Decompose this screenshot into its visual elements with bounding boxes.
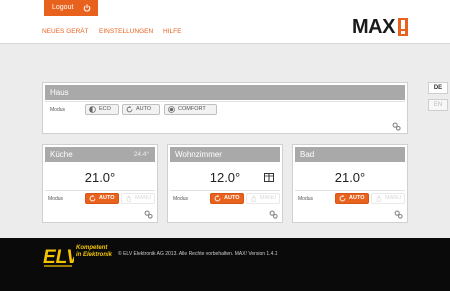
eco-label: ECO bbox=[99, 106, 111, 112]
slogan-line-2: in Elektronik bbox=[76, 252, 113, 258]
auto-mode-button[interactable]: AUTO bbox=[122, 104, 160, 115]
room-setpoint[interactable]: 21.0° bbox=[293, 170, 407, 185]
room-modus-label: Modus bbox=[298, 196, 314, 202]
room-card-living-room: Wohnzimmer 12.0° Modus AUTO MANU bbox=[167, 144, 283, 223]
eco-mode-button[interactable]: ECO bbox=[85, 104, 119, 115]
nav-settings[interactable]: EINSTELLUNGEN bbox=[99, 28, 153, 35]
house-card: Haus Modus ECO AUTO COMFORT bbox=[42, 82, 408, 134]
auto-icon bbox=[214, 195, 221, 202]
room-title: Bad bbox=[300, 150, 315, 159]
room-card-header: Wohnzimmer bbox=[170, 147, 280, 162]
logout-button[interactable]: Logout bbox=[44, 0, 98, 16]
room-manual-label: MANU bbox=[135, 195, 152, 201]
room-manual-button[interactable]: MANU bbox=[371, 193, 405, 204]
hand-icon bbox=[251, 195, 256, 202]
nav-new-device[interactable]: NEUES GERÄT bbox=[42, 28, 89, 35]
room-modus-label: Modus bbox=[173, 196, 189, 202]
power-icon bbox=[83, 4, 91, 12]
logo-text: MAX bbox=[352, 16, 395, 38]
elv-logo: ELV bbox=[43, 247, 74, 268]
house-title: Haus bbox=[50, 88, 69, 97]
auto-icon bbox=[339, 195, 346, 202]
room-auto-button[interactable]: AUTO bbox=[85, 193, 119, 204]
header: Logout NEUES GERÄT EINSTELLUNGEN HILFE M… bbox=[0, 0, 450, 44]
lang-de-button[interactable]: DE bbox=[428, 82, 448, 94]
gear-icon[interactable] bbox=[392, 122, 401, 131]
slogan-line-1: Kompetent bbox=[76, 245, 108, 251]
comfort-label: COMFORT bbox=[178, 106, 206, 112]
room-auto-label: AUTO bbox=[99, 195, 115, 201]
room-manual-button[interactable]: MANU bbox=[121, 193, 155, 204]
divider bbox=[170, 190, 280, 191]
footer: ELV Kompetent in Elektronik © ELV Elektr… bbox=[0, 238, 450, 291]
room-card-kitchen: Küche 24.4° 21.0° Modus AUTO MANU bbox=[42, 144, 158, 223]
house-card-header: Haus bbox=[45, 85, 405, 100]
auto-label: AUTO bbox=[136, 106, 152, 112]
room-manual-label: MANU bbox=[260, 195, 277, 201]
room-setpoint[interactable]: 21.0° bbox=[43, 170, 157, 185]
comfort-icon bbox=[168, 106, 175, 113]
logo-exclamation bbox=[398, 18, 408, 36]
eco-icon bbox=[89, 106, 96, 113]
hand-icon bbox=[126, 195, 131, 202]
room-current-temp: 24.4° bbox=[133, 151, 149, 158]
room-modus-label: Modus bbox=[48, 196, 64, 202]
room-card-header: Küche 24.4° bbox=[45, 147, 155, 162]
divider bbox=[45, 190, 155, 191]
copyright-text: © ELV Elektronik AG 2013. Alle Rechte vo… bbox=[118, 251, 278, 257]
room-card-bathroom: Bad 21.0° Modus AUTO MANU bbox=[292, 144, 408, 223]
room-title: Wohnzimmer bbox=[175, 150, 222, 159]
house-modus-label: Modus bbox=[50, 107, 66, 113]
auto-icon bbox=[126, 106, 133, 113]
room-title: Küche bbox=[50, 150, 73, 159]
room-manual-button[interactable]: MANU bbox=[246, 193, 280, 204]
lang-en-button[interactable]: EN bbox=[428, 99, 448, 111]
logout-label: Logout bbox=[52, 4, 74, 11]
gear-icon[interactable] bbox=[394, 210, 403, 219]
gear-icon[interactable] bbox=[269, 210, 278, 219]
room-auto-label: AUTO bbox=[349, 195, 365, 201]
room-auto-button[interactable]: AUTO bbox=[335, 193, 369, 204]
divider bbox=[295, 190, 405, 191]
room-auto-label: AUTO bbox=[224, 195, 240, 201]
auto-icon bbox=[89, 195, 96, 202]
nav-help[interactable]: HILFE bbox=[163, 28, 181, 35]
window-icon bbox=[264, 173, 274, 182]
gear-icon[interactable] bbox=[144, 210, 153, 219]
elv-slogan: Kompetent in Elektronik bbox=[76, 245, 112, 259]
room-manual-label: MANU bbox=[385, 195, 402, 201]
comfort-mode-button[interactable]: COMFORT bbox=[164, 104, 217, 115]
svg-text:ELV: ELV bbox=[43, 247, 74, 268]
max-logo: MAX bbox=[352, 16, 408, 38]
hand-icon bbox=[376, 195, 381, 202]
room-card-header: Bad bbox=[295, 147, 405, 162]
room-auto-button[interactable]: AUTO bbox=[210, 193, 244, 204]
divider bbox=[45, 101, 405, 102]
